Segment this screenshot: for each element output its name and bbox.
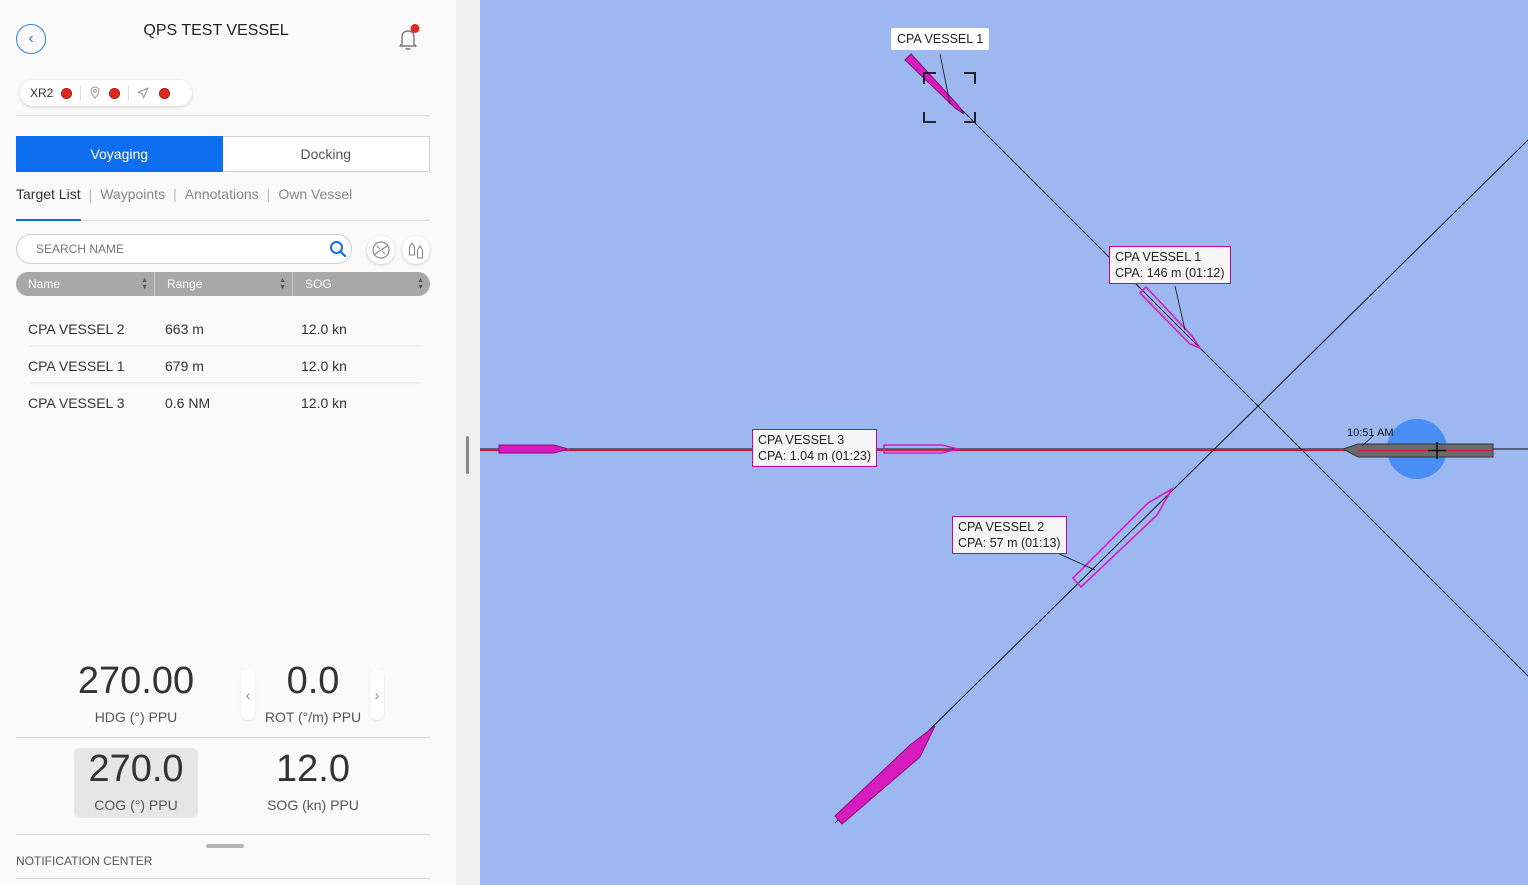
tab-target-list[interactable]: Target List — [16, 186, 81, 202]
divider — [16, 737, 430, 738]
target-table-header: Name ▲ ▼ Range ▲ ▼ SOG ▲ ▼ — [16, 272, 430, 296]
device-label: XR2 — [30, 86, 54, 100]
own-vessel-timestamp: 10:51 AM — [1347, 427, 1393, 439]
search-box — [16, 234, 352, 264]
cpa-vessel-2-cpa-position[interactable] — [1071, 486, 1175, 589]
column-header-sog[interactable]: SOG ▲ ▼ — [292, 272, 430, 296]
cog-label: COG (°) PPU — [94, 797, 178, 813]
hdg-label: HDG (°) PPU — [94, 709, 178, 725]
cpa-vessel-2-target[interactable] — [834, 725, 936, 825]
cpa-vessel-1-label[interactable]: CPA VESSEL 1 CPA: 146 m (01:12) — [1109, 246, 1231, 284]
divider — [16, 115, 430, 116]
sog-value: 12.0 — [276, 748, 350, 790]
tab-separator: | — [266, 186, 271, 202]
cpa-vessel-3-target[interactable] — [498, 444, 570, 454]
table-row[interactable]: CPA VESSEL 2 663 m 12.0 kn — [16, 310, 430, 347]
sort-arrows-icon: ▲ ▼ — [141, 277, 148, 291]
active-tab-indicator — [16, 219, 81, 221]
cell-range: 663 m — [165, 320, 204, 337]
divider — [80, 86, 82, 100]
divider — [16, 834, 430, 835]
divider — [16, 878, 430, 879]
column-header-name[interactable]: Name ▲ ▼ — [16, 272, 154, 296]
search-icon[interactable] — [329, 240, 347, 258]
table-row[interactable]: CPA VESSEL 3 0.6 NM 12.0 kn — [16, 384, 430, 421]
position-status-dot — [109, 87, 121, 99]
cell-sog: 12.0 kn — [301, 320, 347, 337]
vessels-icon — [408, 241, 424, 259]
cpa-vessel-2-label[interactable]: CPA VESSEL 2 CPA: 57 m (01:13) — [952, 516, 1067, 554]
vessel-title: QPS TEST VESSEL — [143, 22, 289, 39]
cog-value: 270.0 — [88, 748, 184, 790]
resize-grip[interactable] — [466, 436, 469, 474]
sub-tab-bar: Target List | Waypoints | Annotations | … — [16, 186, 352, 202]
tab-annotations[interactable]: Annotations — [185, 186, 259, 202]
tab-docking[interactable]: Docking — [222, 136, 430, 172]
device-status-dot — [61, 87, 73, 99]
table-row[interactable]: CPA VESSEL 1 679 m 12.0 kn — [16, 347, 430, 384]
notification-bell-button[interactable] — [394, 24, 422, 52]
notification-badge — [410, 24, 420, 33]
tab-voyaging[interactable]: Voyaging — [16, 136, 223, 172]
selected-target-label[interactable]: CPA VESSEL 1 — [891, 28, 990, 50]
compass-slash-icon — [372, 241, 390, 259]
rot-value: 0.0 — [286, 660, 340, 702]
sort-arrows-icon: ▲ ▼ — [279, 277, 286, 291]
cell-sog: 12.0 kn — [301, 394, 347, 411]
tab-separator: | — [173, 186, 177, 202]
filter-range-button[interactable] — [367, 236, 395, 264]
notification-center-title[interactable]: NOTIFICATION CENTER — [16, 854, 152, 868]
heading-status-dot — [159, 87, 171, 99]
rot-label: ROT (°/m) PPU — [264, 709, 362, 725]
cpa-vessel-1-target[interactable] — [904, 53, 965, 115]
filter-vessels-button[interactable] — [402, 236, 430, 264]
tab-separator: | — [88, 186, 93, 202]
cell-name: CPA VESSEL 1 — [28, 357, 125, 374]
cpa-vessel-3-label[interactable]: CPA VESSEL 3 CPA: 1.04 m (01:23) — [752, 429, 878, 467]
back-button[interactable]: ‹ — [16, 24, 46, 54]
column-header-range[interactable]: Range ▲ ▼ — [154, 272, 292, 296]
map-canvas: 10:51 AM — [480, 53, 1528, 825]
sort-arrows-icon: ▲ ▼ — [417, 277, 424, 291]
radar-map[interactable]: 10:51 AM CPA VESSEL 1 CPA VESSEL 1 CPA: … — [480, 0, 1528, 885]
tab-own-vessel[interactable]: Own Vessel — [278, 186, 352, 202]
divider — [128, 86, 130, 100]
cell-name: CPA VESSEL 2 — [28, 320, 125, 337]
tab-waypoints[interactable]: Waypoints — [100, 186, 165, 202]
cpa-vessel-2-track-line — [834, 139, 1528, 824]
cell-name: CPA VESSEL 3 — [28, 394, 125, 411]
cpa-vessel-1-track-line — [929, 77, 1528, 677]
sog-label: SOG (kn) PPU — [267, 797, 359, 813]
navigation-arrow-icon — [137, 87, 149, 99]
drawer-handle[interactable] — [206, 844, 244, 848]
rot-prev-button[interactable]: ‹ — [241, 670, 255, 720]
chevron-left-icon: ‹ — [245, 687, 251, 703]
connection-status-bar[interactable]: XR2 — [20, 80, 192, 106]
mode-tab-group: Voyaging Docking — [16, 136, 430, 172]
sidebar-panel: ‹ QPS TEST VESSEL XR2 Voyaging Docking T… — [0, 0, 456, 885]
hdg-value: 270.00 — [77, 660, 195, 702]
cell-sog: 12.0 kn — [301, 357, 347, 374]
chevron-left-icon: ‹ — [28, 30, 34, 47]
bell-icon — [399, 24, 420, 50]
cell-range: 679 m — [165, 357, 204, 374]
rot-next-button[interactable]: › — [370, 670, 384, 720]
location-pin-icon — [90, 86, 100, 99]
chevron-right-icon: › — [374, 687, 380, 703]
search-input[interactable] — [34, 241, 318, 257]
cell-range: 0.6 NM — [165, 394, 211, 411]
